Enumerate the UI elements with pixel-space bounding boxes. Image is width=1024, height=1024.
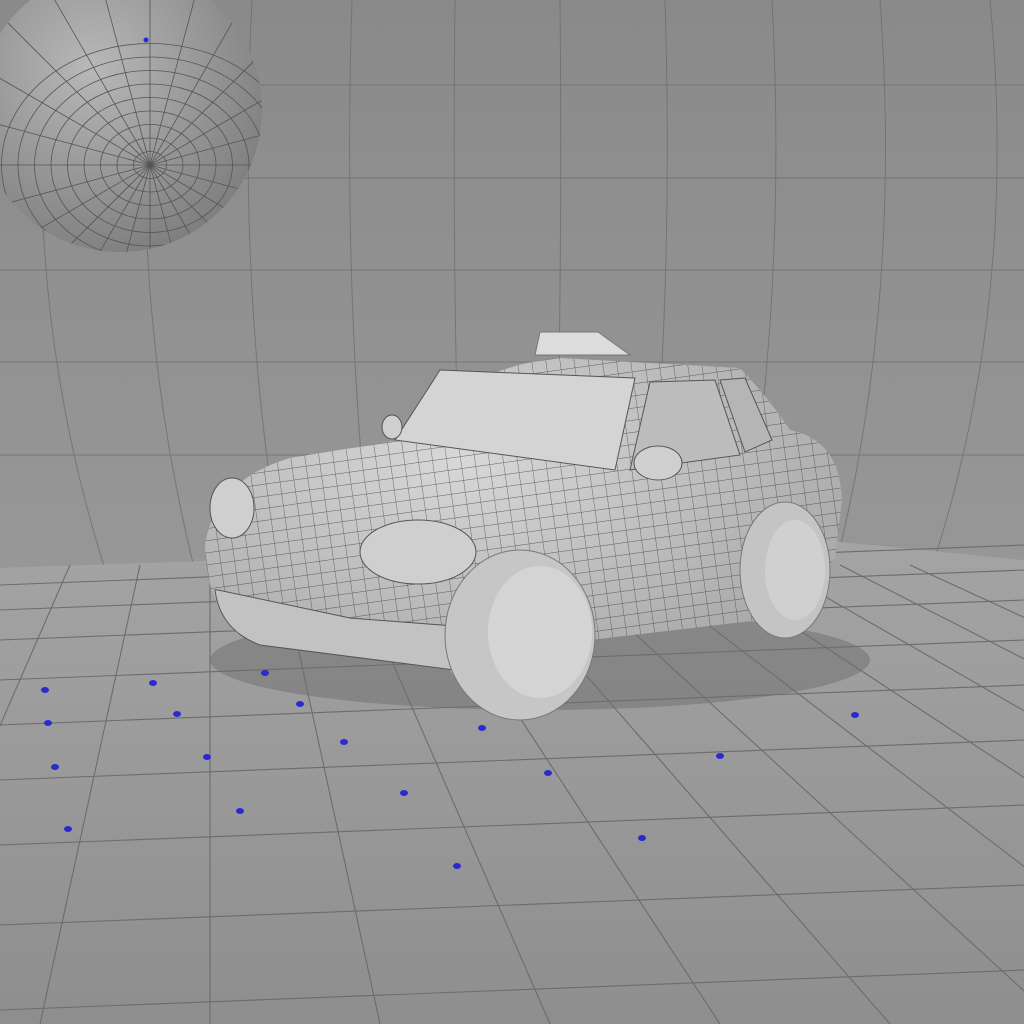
- vertex-marker: [544, 770, 552, 776]
- headlight-left: [209, 477, 255, 539]
- vertex-marker: [203, 754, 211, 760]
- vertex-marker: [51, 764, 59, 770]
- vertex-marker: [296, 701, 304, 707]
- vertex-marker: [173, 711, 181, 717]
- vertex-marker: [41, 687, 49, 693]
- side-mirror-left: [381, 414, 403, 440]
- vertex-marker: [400, 790, 408, 796]
- headlight-right: [359, 519, 477, 585]
- vertex-marker: [236, 808, 244, 814]
- vertex-marker: [478, 725, 486, 731]
- vertex-marker: [64, 826, 72, 832]
- vertex-marker: [149, 680, 157, 686]
- vertex-marker: [261, 670, 269, 676]
- viewport-render: [0, 0, 1024, 1024]
- front-wheel: [444, 549, 596, 721]
- vertex-marker: [44, 720, 52, 726]
- rear-wheel: [739, 501, 831, 639]
- vertex-marker: [851, 712, 859, 718]
- side-mirror: [633, 445, 683, 481]
- vertex-marker: [143, 37, 149, 43]
- vertex-marker: [638, 835, 646, 841]
- vertex-marker: [716, 753, 724, 759]
- vertex-marker: [340, 739, 348, 745]
- vertex-marker: [453, 863, 461, 869]
